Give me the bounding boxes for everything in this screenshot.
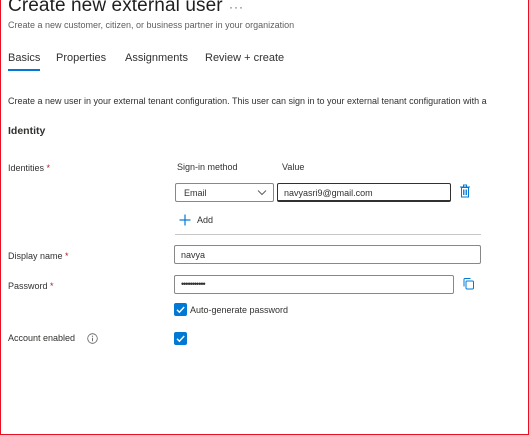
- section-title-identity: Identity: [8, 125, 46, 137]
- add-identity-label: Add: [197, 215, 214, 225]
- checkmark-icon: [176, 306, 185, 314]
- column-header-value: Value: [282, 162, 305, 172]
- password-value: •••••••••••: [181, 279, 206, 289]
- tab-basics[interactable]: Basics: [8, 52, 41, 71]
- form-description: Create a new user in your external tenan…: [8, 96, 487, 106]
- identity-value-text: navyasri9@gmail.com: [284, 188, 373, 198]
- identities-divider: [175, 234, 481, 235]
- signin-method-selected: Email: [184, 188, 207, 198]
- copy-icon: [463, 278, 474, 290]
- copy-password-button[interactable]: [462, 277, 475, 290]
- identity-value-input[interactable]: navyasri9@gmail.com: [277, 183, 451, 202]
- signin-method-dropdown[interactable]: Email: [175, 183, 274, 202]
- password-input[interactable]: •••••••••••: [174, 275, 454, 294]
- more-options-button[interactable]: ···: [229, 0, 244, 14]
- required-asterisk: *: [46, 163, 51, 173]
- tab-assignments[interactable]: Assignments: [125, 52, 188, 64]
- plus-icon: [179, 214, 191, 226]
- password-label-text: Password: [8, 281, 48, 291]
- required-asterisk: *: [50, 281, 54, 291]
- trash-icon: [460, 184, 470, 198]
- auto-generate-password-checkbox[interactable]: [174, 303, 187, 316]
- account-enabled-checkbox[interactable]: [174, 332, 187, 345]
- chevron-down-icon: [257, 190, 267, 196]
- info-icon[interactable]: [87, 333, 98, 344]
- tab-review-create[interactable]: Review + create: [205, 52, 284, 64]
- tab-properties[interactable]: Properties: [56, 52, 106, 64]
- auto-generate-password-label[interactable]: Auto-generate password: [190, 305, 288, 315]
- page-frame: Create new external user ··· Create a ne…: [0, 0, 529, 435]
- delete-identity-button[interactable]: [459, 184, 471, 198]
- identities-label: Identities *: [8, 163, 50, 173]
- display-name-label: Display name *: [8, 251, 69, 261]
- checkmark-icon: [176, 335, 185, 343]
- display-name-value: navya: [181, 250, 206, 260]
- column-header-signin-method: Sign-in method: [177, 162, 238, 172]
- page-subtitle: Create a new customer, citizen, or busin…: [8, 20, 295, 30]
- password-label: Password *: [8, 281, 54, 291]
- display-name-label-text: Display name: [8, 251, 63, 261]
- account-enabled-label: Account enabled: [8, 333, 76, 343]
- required-asterisk: *: [65, 251, 69, 261]
- page-title: Create new external user: [8, 0, 223, 16]
- identities-label-text: Identities: [8, 163, 45, 173]
- display-name-input[interactable]: navya: [174, 245, 481, 264]
